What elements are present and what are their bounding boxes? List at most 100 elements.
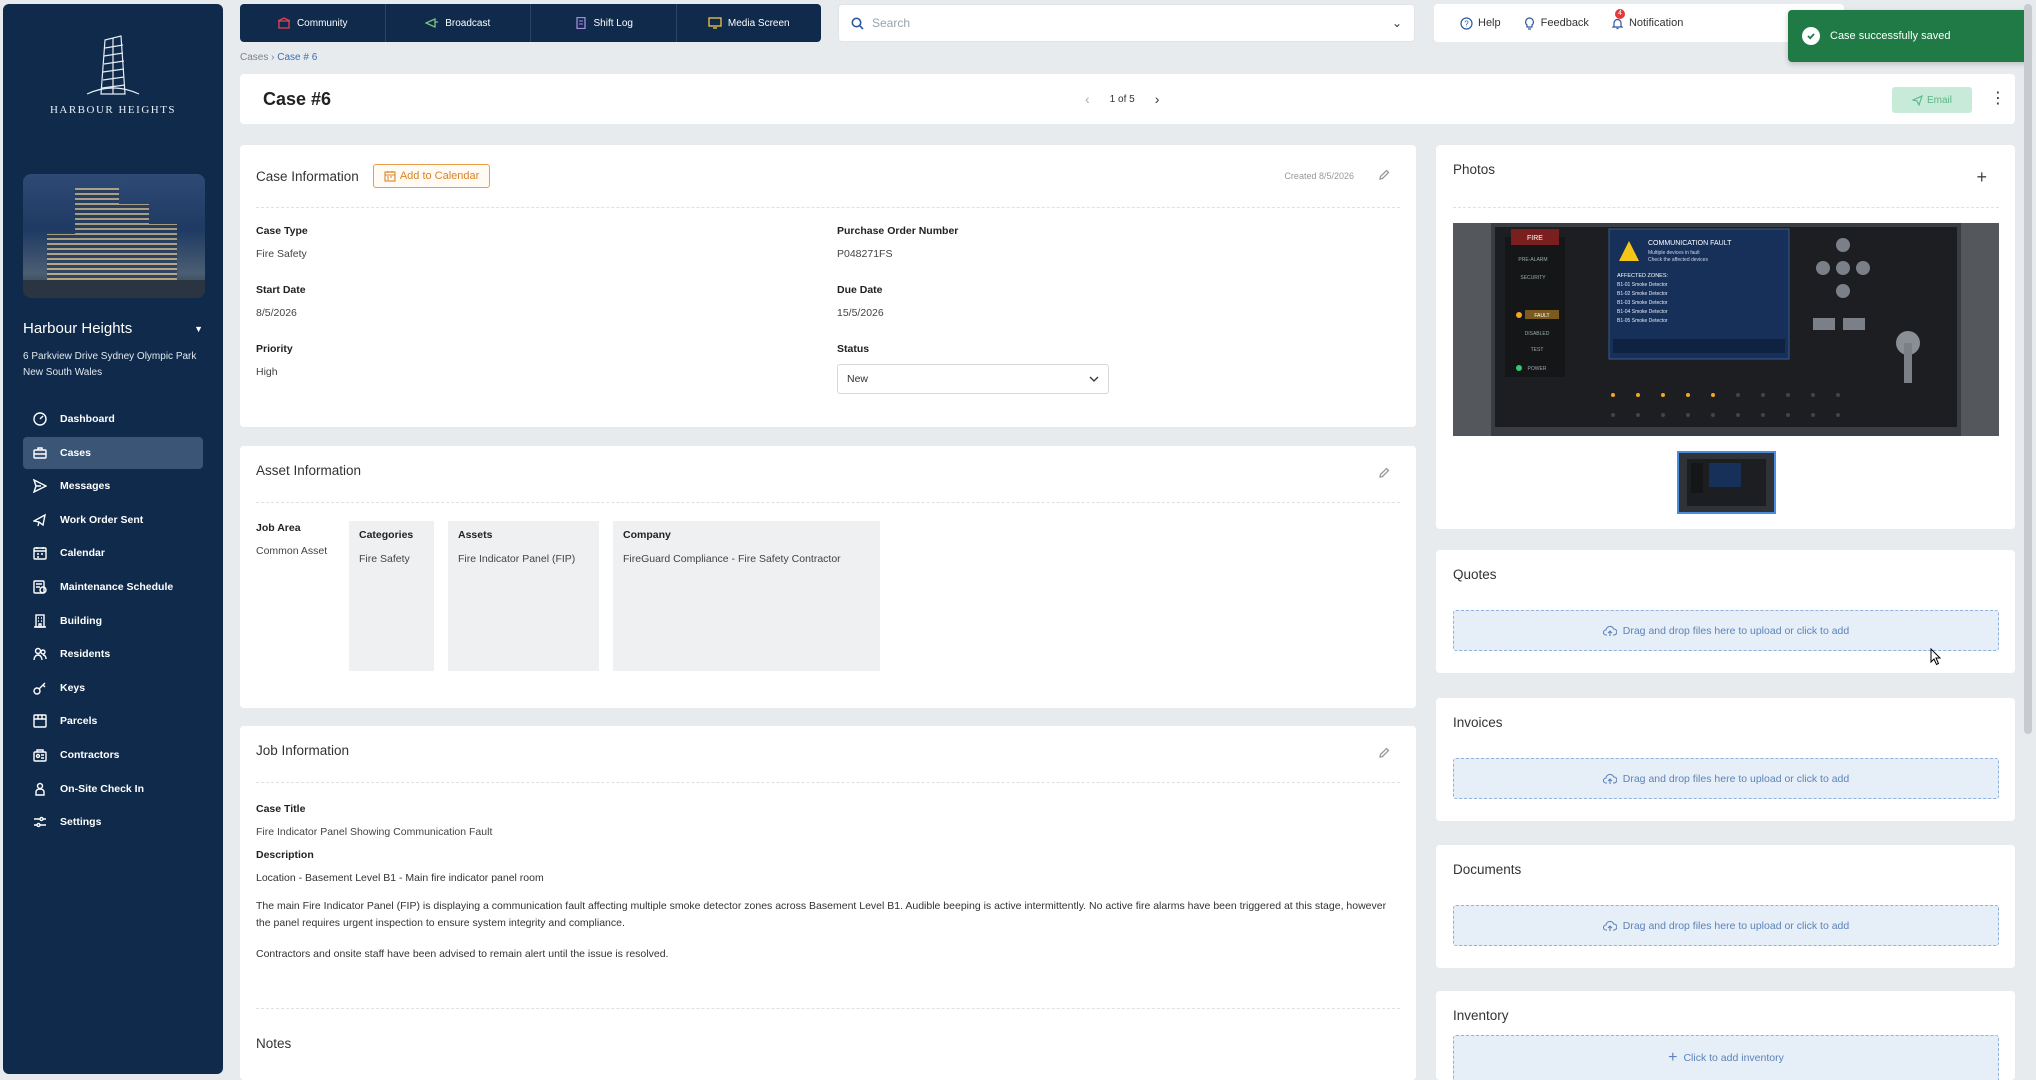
documents-card: Documents Drag and drop files here to up… <box>1436 845 2015 968</box>
sidebar-item-parcels[interactable]: Parcels <box>23 705 203 737</box>
fire-panel-image: FIRE PRE-ALARM SECURITY FAULT DISABLED T… <box>1453 223 1999 436</box>
case-type-label: Case Type <box>256 225 308 237</box>
topnav-label: Broadcast <box>445 17 491 29</box>
invoices-dropzone[interactable]: Drag and drop files here to upload or cl… <box>1453 758 1999 799</box>
lightbulb-icon <box>1524 16 1534 30</box>
breadcrumb-root[interactable]: Cases <box>240 52 268 63</box>
sidebar-item-label: Contractors <box>60 748 120 761</box>
sidebar-item-on-site-check-in[interactable]: On-Site Check In <box>23 773 203 805</box>
panel-zone-item: B1-03 Smoke Detector <box>1617 300 1668 306</box>
sidebar-item-label: Maintenance Schedule <box>60 580 174 593</box>
page-title: Case #6 <box>263 88 332 109</box>
chevron-down-icon <box>1089 376 1099 382</box>
send-icon <box>1911 94 1923 106</box>
notification-link[interactable]: 4 Notification <box>1611 8 1683 30</box>
calendar-icon <box>384 171 396 182</box>
sidebar-item-contractors[interactable]: Contractors <box>23 739 203 771</box>
topnav-community[interactable]: Community <box>240 4 386 42</box>
help-link[interactable]: ? Help <box>1460 16 1501 30</box>
quotes-dropzone[interactable]: Drag and drop files here to upload or cl… <box>1453 610 1999 651</box>
schedule-icon <box>33 580 47 594</box>
property-selector[interactable]: Harbour Heights ▼ <box>23 320 203 337</box>
company-value: FireGuard Compliance - Fire Safety Contr… <box>623 553 841 565</box>
success-toast[interactable]: Case successfully saved <box>1788 10 2028 62</box>
sidebar-item-settings[interactable]: Settings <box>23 806 203 838</box>
help-label: Help <box>1478 17 1501 29</box>
chevron-down-icon[interactable]: ⌄ <box>1392 16 1402 30</box>
categories-box: Categories Fire Safety <box>349 521 434 671</box>
sidebar-item-maintenance-schedule[interactable]: Maintenance Schedule <box>23 571 203 603</box>
topnav-media-screen[interactable]: Media Screen <box>677 4 822 42</box>
add-to-calendar-button[interactable]: Add to Calendar <box>372 164 491 188</box>
sidebar-item-cases[interactable]: Cases <box>23 436 203 469</box>
created-date: Created 8/5/2026 <box>1284 171 1354 181</box>
status-value: New <box>847 373 869 385</box>
edit-pencil-icon[interactable] <box>1378 467 1390 479</box>
asset-information-card: Asset Information Job Area Common Asset … <box>240 446 1416 708</box>
sidebar-item-dashboard[interactable]: Dashboard <box>23 403 203 435</box>
add-photo-icon[interactable]: + <box>1976 167 1987 188</box>
sidebar-item-residents[interactable]: Residents <box>23 638 203 670</box>
assets-box: Assets Fire Indicator Panel (FIP) <box>448 521 599 671</box>
case-title-label: Case Title <box>256 803 306 815</box>
panel-disabled-label: DISABLED <box>1525 331 1550 337</box>
panel-security-label: SECURITY <box>1520 275 1546 281</box>
pager: ‹ 1 of 5 › <box>1085 91 1159 107</box>
photos-title: Photos <box>1453 162 1496 177</box>
photo-thumbnail[interactable] <box>1677 451 1776 514</box>
case-information-card: Case Information Add to Calendar Created… <box>240 145 1416 427</box>
job-area-value: Common Asset <box>256 545 328 557</box>
photos-card: Photos + FIRE PRE-ALARM SECURITY FAULT D… <box>1436 145 2015 529</box>
panel-zone-item: B1-01 Smoke Detector <box>1617 282 1668 288</box>
documents-title: Documents <box>1453 862 1522 877</box>
divider <box>256 1008 1400 1009</box>
status-select[interactable]: New <box>837 364 1109 394</box>
edit-pencil-icon[interactable] <box>1378 747 1390 759</box>
next-icon[interactable]: › <box>1155 91 1160 107</box>
sidebar-item-label: Cases <box>60 446 91 459</box>
edit-pencil-icon[interactable] <box>1378 169 1390 181</box>
case-header: Case #6 ‹ 1 of 5 › Email ⋮ <box>240 74 2015 124</box>
documents-dropzone[interactable]: Drag and drop files here to upload or cl… <box>1453 905 1999 946</box>
email-label: Email <box>1926 94 1952 106</box>
checkin-icon <box>33 782 47 796</box>
more-options-icon[interactable]: ⋮ <box>1990 88 2006 108</box>
scrollbar[interactable] <box>2024 4 2032 734</box>
dropzone-label: Drag and drop files here to upload or cl… <box>1622 919 1850 932</box>
search-bar[interactable]: ⌄ <box>838 4 1415 42</box>
photo-preview[interactable]: FIRE PRE-ALARM SECURITY FAULT DISABLED T… <box>1453 223 1999 436</box>
start-date-value: 8/5/2026 <box>256 307 297 319</box>
search-input[interactable] <box>872 16 1392 30</box>
po-number-label: Purchase Order Number <box>837 225 959 237</box>
monitor-icon <box>708 17 722 29</box>
dropzone-label: Drag and drop files here to upload or cl… <box>1622 772 1850 785</box>
logo[interactable]: HARBOUR HEIGHTS <box>23 4 203 134</box>
add-inventory-button[interactable]: + Click to add inventory <box>1453 1035 1999 1080</box>
previous-icon[interactable]: ‹ <box>1085 91 1090 107</box>
sidebar-item-work-order-sent[interactable]: Work Order Sent <box>23 504 203 536</box>
fire-panel-thumbnail <box>1679 453 1774 512</box>
divider <box>256 207 1400 208</box>
divider <box>256 502 1400 503</box>
sidebar-item-calendar[interactable]: Calendar <box>23 537 203 569</box>
sidebar-item-building[interactable]: Building <box>23 605 203 637</box>
residents-icon <box>33 647 47 661</box>
send-icon <box>33 479 47 494</box>
panel-fire-label: FIRE <box>1527 235 1543 242</box>
feedback-link[interactable]: Feedback <box>1523 16 1589 30</box>
panel-zones-label: AFFECTED ZONES: <box>1617 273 1669 279</box>
panel-zone-item: B1-04 Smoke Detector <box>1617 309 1668 315</box>
breadcrumb: Cases › Case # 6 <box>240 52 317 63</box>
add-to-calendar-label: Add to Calendar <box>399 170 480 182</box>
search-icon <box>851 17 864 30</box>
panel-zone-item: B1-02 Smoke Detector <box>1617 291 1668 297</box>
email-button[interactable]: Email <box>1892 87 1972 113</box>
topnav-shift-log[interactable]: Shift Log <box>531 4 677 42</box>
inventory-card: Inventory + Click to add inventory <box>1436 991 2015 1080</box>
topnav-broadcast[interactable]: Broadcast <box>386 4 531 42</box>
sidebar-item-keys[interactable]: Keys <box>23 672 203 704</box>
sidebar-item-messages[interactable]: Messages <box>23 470 203 502</box>
description-location: Location - Basement Level B1 - Main fire… <box>256 872 544 884</box>
topnav-label: Media Screen <box>727 17 790 29</box>
case-information-title: Case Information <box>256 168 359 184</box>
